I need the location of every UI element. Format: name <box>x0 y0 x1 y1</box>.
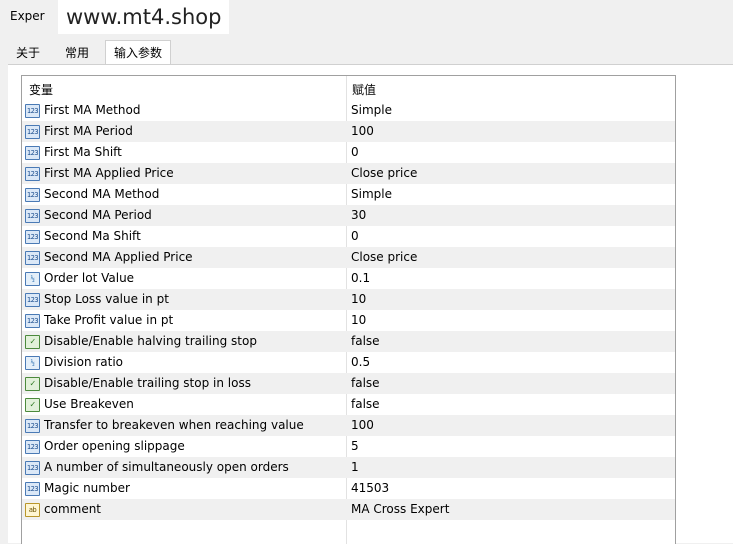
table-row[interactable]: 123 Second MA Method Simple <box>22 184 675 205</box>
integer-type-icon: 123 <box>25 461 40 475</box>
integer-type-icon: 123 <box>25 251 40 265</box>
parameter-value[interactable]: 0.1 <box>351 271 370 285</box>
tab-strip: 关于 常用 输入参数 <box>8 40 733 65</box>
table-row[interactable]: 123 A number of simultaneously open order… <box>22 457 675 478</box>
string-type-icon: ab <box>25 503 40 517</box>
parameter-name: Magic number <box>44 481 130 495</box>
tab-about[interactable]: 关于 <box>8 42 48 64</box>
parameter-name: comment <box>44 502 102 516</box>
boolean-type-icon: ✓ <box>25 377 40 391</box>
integer-type-icon: 123 <box>25 440 40 454</box>
table-row[interactable]: 123 Second Ma Shift 0 <box>22 226 675 247</box>
parameter-name: First MA Period <box>44 124 133 138</box>
window-titlebar: Exper www.mt4.shop <box>0 0 733 36</box>
parameter-value[interactable]: 0.5 <box>351 355 370 369</box>
integer-type-icon: 123 <box>25 146 40 160</box>
table-row[interactable]: 123 First MA Applied Price Close price <box>22 163 675 184</box>
integer-type-icon: 123 <box>25 104 40 118</box>
parameter-value[interactable]: false <box>351 334 380 348</box>
integer-type-icon: 123 <box>25 209 40 223</box>
table-row[interactable]: 123 First MA Method Simple <box>22 100 675 121</box>
parameter-name: First MA Applied Price <box>44 166 174 180</box>
parameter-name: Second Ma Shift <box>44 229 141 243</box>
integer-type-icon: 123 <box>25 293 40 307</box>
table-row[interactable]: 123 Second MA Period 30 <box>22 205 675 226</box>
parameter-name: Disable/Enable trailing stop in loss <box>44 376 251 390</box>
table-row[interactable]: ½ Division ratio 0.5 <box>22 352 675 373</box>
parameter-value[interactable]: Simple <box>351 103 392 117</box>
parameter-value[interactable]: 30 <box>351 208 366 222</box>
parameter-name: Second MA Method <box>44 187 160 201</box>
table-row[interactable]: ✓ Disable/Enable trailing stop in loss fal… <box>22 373 675 394</box>
parameter-value[interactable]: Close price <box>351 166 417 180</box>
table-row[interactable]: ✓ Use Breakeven false <box>22 394 675 415</box>
parameter-value[interactable]: 10 <box>351 313 366 327</box>
table-body: 123 First MA Method Simple 123 First MA Peri… <box>22 100 675 520</box>
table-row[interactable]: 123 Stop Loss value in pt 10 <box>22 289 675 310</box>
parameter-name: Transfer to breakeven when reaching valu… <box>44 418 304 432</box>
column-header-variable[interactable]: 变量 <box>29 81 53 98</box>
parameter-value[interactable]: false <box>351 376 380 390</box>
boolean-type-icon: ✓ <box>25 398 40 412</box>
parameter-value[interactable]: 41503 <box>351 481 389 495</box>
double-type-icon: ½ <box>25 356 40 370</box>
table-row[interactable]: 123 Take Profit value in pt 10 <box>22 310 675 331</box>
double-type-icon: ½ <box>25 272 40 286</box>
parameter-name: Order opening slippage <box>44 439 185 453</box>
column-header-value[interactable]: 赋值 <box>352 81 376 98</box>
parameter-name: Second MA Applied Price <box>44 250 193 264</box>
parameter-name: Stop Loss value in pt <box>44 292 169 306</box>
tab-common[interactable]: 常用 <box>57 42 97 64</box>
parameter-value[interactable]: false <box>351 397 380 411</box>
parameter-value[interactable]: 100 <box>351 418 374 432</box>
parameter-value[interactable]: Simple <box>351 187 392 201</box>
inputs-table: 变量 赋值 123 First MA Method Simple 123 First M… <box>21 75 676 544</box>
parameter-value[interactable]: 1 <box>351 460 359 474</box>
integer-type-icon: 123 <box>25 188 40 202</box>
table-row[interactable]: 123 First MA Period 100 <box>22 121 675 142</box>
table-header: 变量 赋值 <box>22 76 675 100</box>
integer-type-icon: 123 <box>25 230 40 244</box>
integer-type-icon: 123 <box>25 314 40 328</box>
parameter-name: Second MA Period <box>44 208 152 222</box>
parameter-name: Order lot Value <box>44 271 135 285</box>
parameter-value[interactable]: Close price <box>351 250 417 264</box>
parameter-value[interactable]: 0 <box>351 229 359 243</box>
parameter-name: Division ratio <box>44 355 124 369</box>
parameter-name: Use Breakeven <box>44 397 134 411</box>
table-row[interactable]: 123 First Ma Shift 0 <box>22 142 675 163</box>
table-row[interactable]: 123 Order opening slippage 5 <box>22 436 675 457</box>
parameter-name: First Ma Shift <box>44 145 122 159</box>
window-title: Exper <box>10 9 45 23</box>
parameter-value[interactable]: 0 <box>351 145 359 159</box>
integer-type-icon: 123 <box>25 419 40 433</box>
integer-type-icon: 123 <box>25 482 40 496</box>
parameter-name: Take Profit value in pt <box>44 313 174 327</box>
boolean-type-icon: ✓ <box>25 335 40 349</box>
integer-type-icon: 123 <box>25 125 40 139</box>
parameter-name: A number of simultaneously open orders <box>44 460 289 474</box>
parameter-name: Disable/Enable halving trailing stop <box>44 334 257 348</box>
parameter-value[interactable]: 100 <box>351 124 374 138</box>
integer-type-icon: 123 <box>25 167 40 181</box>
tab-inputs[interactable]: 输入参数 <box>105 40 172 65</box>
parameter-value[interactable]: 5 <box>351 439 359 453</box>
parameter-name: First MA Method <box>44 103 141 117</box>
table-row[interactable]: ½ Order lot Value 0.1 <box>22 268 675 289</box>
table-row[interactable]: ab comment MA Cross Expert <box>22 499 675 520</box>
parameter-value[interactable]: 10 <box>351 292 366 306</box>
table-row[interactable]: 123 Second MA Applied Price Close price <box>22 247 675 268</box>
parameter-value[interactable]: MA Cross Expert <box>351 502 449 516</box>
table-row[interactable]: 123 Magic number 41503 <box>22 478 675 499</box>
table-row[interactable]: ✓ Disable/Enable halving trailing stop fal… <box>22 331 675 352</box>
watermark-text: www.mt4.shop <box>58 0 230 34</box>
table-row[interactable]: 123 Transfer to breakeven when reaching v… <box>22 415 675 436</box>
